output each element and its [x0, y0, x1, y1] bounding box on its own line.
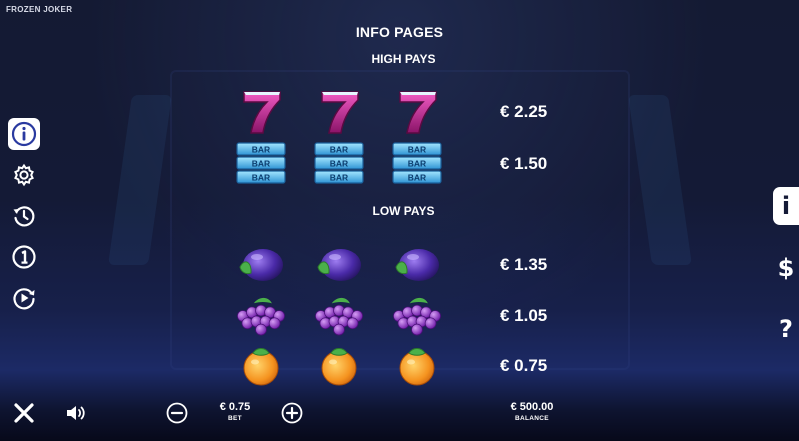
low-pays-title: LOW PAYS	[372, 204, 435, 218]
game-title: FROZEN JOKER	[6, 5, 73, 14]
left-menu	[8, 118, 40, 323]
paytable-row-seven: € 2.25	[232, 86, 572, 138]
settings-icon	[14, 163, 34, 187]
close-icon	[14, 403, 34, 423]
payout-value: € 1.05	[500, 306, 548, 325]
close-button[interactable]	[10, 399, 38, 427]
bet-display: € 0.75 BET	[200, 401, 270, 423]
tab-paytable[interactable]: $	[773, 249, 799, 287]
info-icon	[11, 121, 37, 147]
bar-label: BAR	[408, 173, 426, 183]
bet-label: BET	[228, 415, 242, 422]
paytable-row-bar: BAR BAR BAR BAR BAR BAR BAR BAR BAR € 1.50	[232, 138, 572, 190]
high-pays-title: HIGH PAYS	[371, 52, 436, 66]
paytable-row-plum: € 1.35	[232, 239, 572, 291]
autoplay-menu-button[interactable]	[8, 282, 40, 314]
grapes-icon	[393, 297, 441, 336]
tab-help[interactable]: ?	[773, 310, 799, 348]
tab-help-label: ?	[779, 315, 793, 343]
bar-label: BAR	[330, 145, 348, 155]
speaker-icon	[67, 406, 85, 420]
plum-icon	[395, 249, 439, 281]
plus-circle-icon	[281, 402, 303, 424]
bar-icon: BAR BAR BAR	[392, 142, 442, 184]
background-left-tree	[108, 95, 172, 265]
bar-label: BAR	[408, 145, 426, 155]
seven-icon	[243, 91, 281, 134]
bar-label: BAR	[330, 173, 348, 183]
grapes-icon	[315, 297, 363, 336]
autoplay-icon	[13, 288, 35, 310]
bottom-bar: € 0.75 BET € 500.00 BALANCE	[0, 385, 799, 441]
sound-button[interactable]	[62, 399, 90, 427]
paytable-row-grapes: € 1.05	[232, 290, 572, 342]
payout-value: € 1.50	[500, 154, 548, 173]
bar-label: BAR	[252, 159, 270, 169]
bar-label: BAR	[252, 173, 270, 183]
bar-label: BAR	[252, 145, 270, 155]
settings-menu-button[interactable]	[8, 159, 40, 191]
orange-icon	[399, 348, 435, 386]
minus-circle-icon	[166, 402, 188, 424]
tab-paytable-label: $	[777, 254, 795, 282]
seven-icon	[399, 91, 437, 134]
page-title: INFO PAGES	[355, 24, 444, 40]
orange-icon	[321, 348, 357, 386]
payout-value: € 1.35	[500, 255, 548, 274]
increase-bet-button[interactable]	[279, 400, 305, 426]
balance-display: € 500.00 BALANCE	[490, 401, 574, 423]
balance-amount: € 500.00	[510, 401, 554, 413]
orange-icon	[243, 348, 279, 386]
info-menu-button[interactable]	[8, 118, 40, 150]
rules-menu-button[interactable]	[8, 241, 40, 273]
grapes-icon	[237, 297, 285, 336]
bet-amount: € 0.75	[219, 401, 251, 413]
payout-value: € 2.25	[500, 102, 548, 121]
rules-icon	[12, 245, 36, 269]
plum-icon	[317, 249, 361, 281]
bar-label: BAR	[330, 159, 348, 169]
background-right-tree	[628, 95, 692, 265]
plum-icon	[239, 249, 283, 281]
balance-label: BALANCE	[515, 415, 549, 422]
bar-icon: BAR BAR BAR	[314, 142, 364, 184]
seven-icon	[321, 91, 359, 134]
decrease-bet-button[interactable]	[164, 400, 190, 426]
bar-label: BAR	[408, 159, 426, 169]
bar-icon: BAR BAR BAR	[236, 142, 286, 184]
